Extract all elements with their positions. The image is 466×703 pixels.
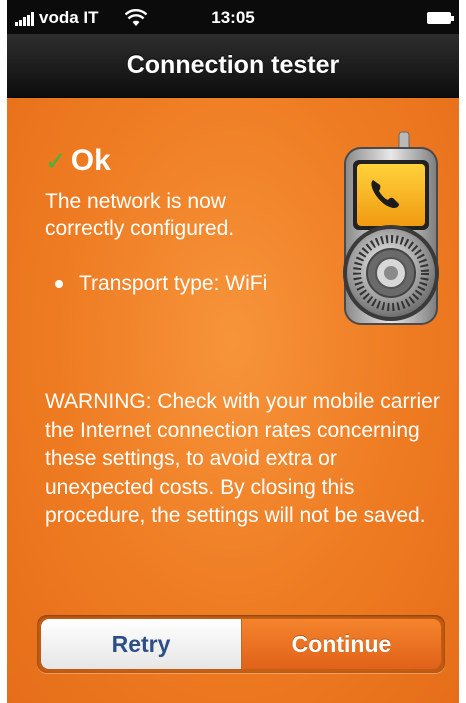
transport-type-text: Transport type: WiFi [79,272,268,295]
app-screen: voda IT 13:05 Connection tester ✓ Ok The … [7,0,459,703]
action-segmented-control: Retry Continue [37,615,445,673]
retry-button[interactable]: Retry [41,619,242,669]
warning-text: WARNING: Check with your mobile carrier … [45,390,440,527]
navigation-bar: Connection tester [7,34,459,98]
status-bar: voda IT 13:05 [7,0,459,34]
phone-with-lock-icon [343,131,439,325]
list-item: Transport type: WiFi [55,270,299,297]
status-message: The network is now correctly configured. [45,190,235,240]
continue-button[interactable]: Continue [242,619,441,669]
checkmark-icon: ✓ [45,146,67,176]
content-area: ✓ Ok The network is now correctly configu… [7,98,459,703]
page-title: Connection tester [126,51,340,79]
battery-icon [427,12,454,24]
bullet-icon [55,280,63,288]
clock: 13:05 [211,8,255,27]
status-label: Ok [70,144,111,177]
result-status: ✓ Ok [45,144,111,178]
